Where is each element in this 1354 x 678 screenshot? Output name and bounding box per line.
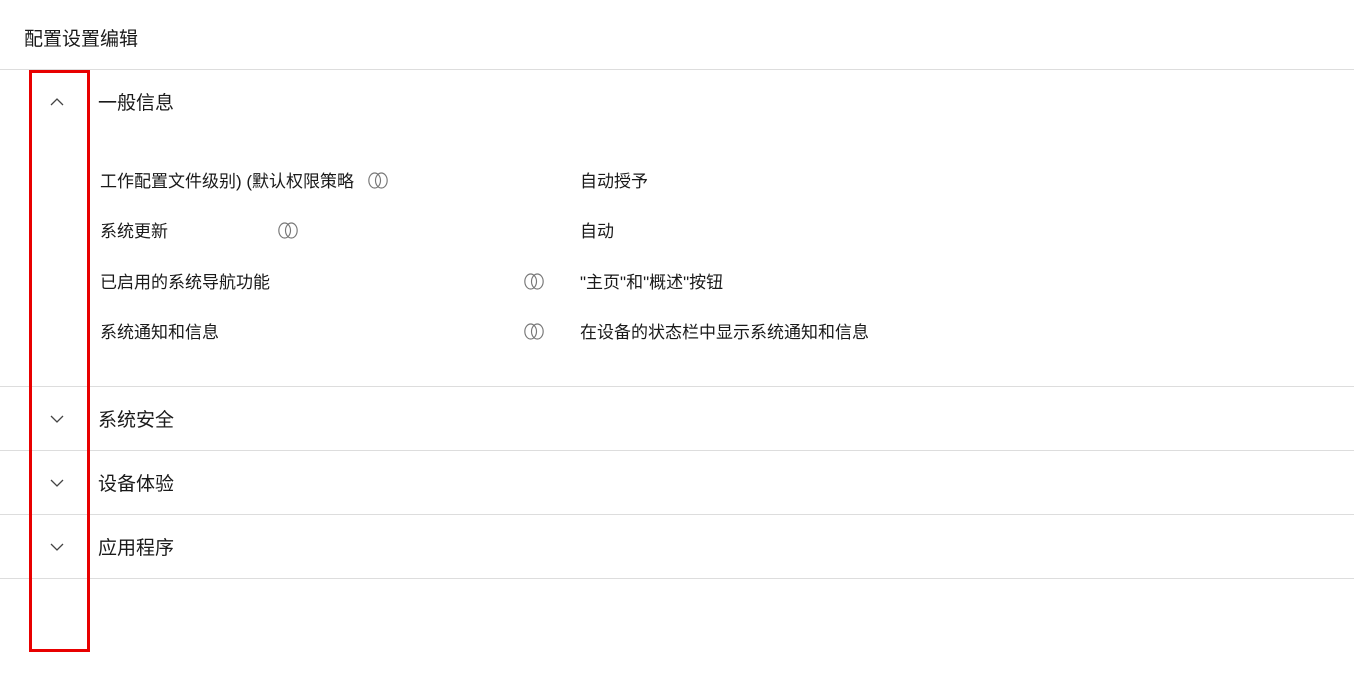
setting-label-wrap: 已启用的系统导航功能: [100, 270, 580, 296]
setting-label-wrap: 系统通知和信息: [100, 320, 580, 346]
setting-value: 自动授予: [580, 169, 1354, 195]
copilot-icon[interactable]: [278, 222, 298, 239]
section-general-info: 一般信息 工作配置文件级别) (默认权限策略 自动授予 系统更新: [0, 70, 1354, 387]
setting-value: "主页"和"概述"按钮: [580, 270, 1354, 296]
setting-row: 系统更新 自动: [100, 207, 1354, 257]
chevron-down-icon: [44, 476, 70, 490]
setting-row: 工作配置文件级别) (默认权限策略 自动授予: [100, 157, 1354, 207]
setting-label: 系统通知和信息: [100, 320, 219, 346]
setting-row: 已启用的系统导航功能 "主页"和"概述"按钮: [100, 258, 1354, 308]
copilot-icon[interactable]: [524, 273, 544, 290]
page-title: 配置设置编辑: [0, 0, 1354, 70]
setting-label: 工作配置文件级别) (默认权限策略: [100, 169, 354, 195]
sections-container: 一般信息 工作配置文件级别) (默认权限策略 自动授予 系统更新: [0, 70, 1354, 579]
section-applications: 应用程序: [0, 515, 1354, 579]
section-header-label: 一般信息: [98, 88, 174, 115]
setting-label-wrap: 工作配置文件级别) (默认权限策略: [100, 169, 580, 195]
section-header-label: 应用程序: [98, 533, 174, 560]
setting-value: 自动: [580, 219, 1354, 245]
section-header-applications[interactable]: 应用程序: [0, 515, 1354, 578]
setting-label-wrap: 系统更新: [100, 219, 580, 245]
copilot-icon[interactable]: [524, 323, 544, 340]
copilot-icon[interactable]: [368, 172, 388, 189]
section-device-experience: 设备体验: [0, 451, 1354, 515]
setting-row: 系统通知和信息 在设备的状态栏中显示系统通知和信息: [100, 308, 1354, 358]
setting-label: 已启用的系统导航功能: [100, 270, 270, 296]
section-body-general-info: 工作配置文件级别) (默认权限策略 自动授予 系统更新 自动: [0, 133, 1354, 386]
chevron-down-icon: [44, 540, 70, 554]
chevron-up-icon: [44, 95, 70, 109]
setting-value: 在设备的状态栏中显示系统通知和信息: [580, 320, 1354, 346]
chevron-down-icon: [44, 412, 70, 426]
section-system-security: 系统安全: [0, 387, 1354, 451]
section-header-device-experience[interactable]: 设备体验: [0, 451, 1354, 514]
section-header-label: 设备体验: [98, 469, 174, 496]
section-header-label: 系统安全: [98, 405, 174, 432]
section-header-general-info[interactable]: 一般信息: [0, 70, 1354, 133]
setting-label: 系统更新: [100, 219, 168, 245]
section-header-system-security[interactable]: 系统安全: [0, 387, 1354, 450]
